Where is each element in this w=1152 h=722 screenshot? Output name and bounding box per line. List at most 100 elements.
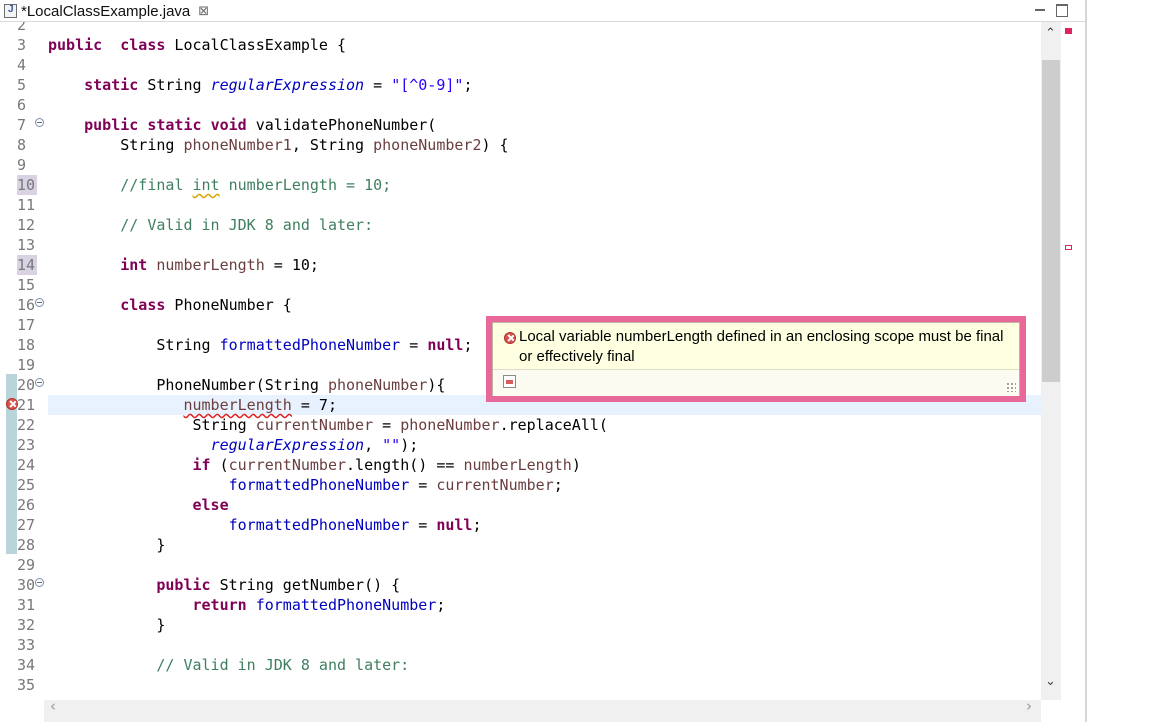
code-line[interactable]: 26 else <box>0 495 1040 515</box>
code-line[interactable]: 29 <box>0 555 1040 575</box>
code-line[interactable]: 31 return formattedPhoneNumber; <box>0 595 1040 615</box>
configure-problem-severity-icon[interactable] <box>503 375 516 388</box>
code-line[interactable]: 34 // Valid in JDK 8 and later: <box>0 655 1040 675</box>
code-line[interactable]: 16 class PhoneNumber { <box>0 295 1040 315</box>
maximize-icon[interactable] <box>1054 2 1068 17</box>
code-token: numberLength = 10; <box>219 176 392 194</box>
fold-collapse-icon[interactable] <box>35 118 44 127</box>
tab-local-class-example[interactable]: *LocalClassExample.java ⊠ <box>4 0 209 22</box>
tab-title: *LocalClassExample.java <box>21 2 191 20</box>
code-line[interactable]: 30 public String getNumber() { <box>0 575 1040 595</box>
line-number: 20 <box>17 376 36 394</box>
minimize-icon[interactable] <box>1033 2 1047 16</box>
code-line[interactable]: 32 } <box>0 615 1040 635</box>
code-token: phoneNumber2 <box>373 136 482 154</box>
code-token: ; <box>436 596 446 614</box>
code-line[interactable]: 14 int numberLength = 10; <box>0 255 1040 275</box>
code-text: formattedPhoneNumber = currentNumber; <box>48 475 563 495</box>
code-token: = <box>400 336 428 354</box>
code-line[interactable]: 11 <box>0 195 1040 215</box>
overview-error-marker[interactable] <box>1065 28 1072 34</box>
scroll-left-icon[interactable]: ‹ <box>50 697 56 715</box>
fold-collapse-icon[interactable] <box>35 378 44 387</box>
code-token: int <box>120 256 148 274</box>
code-line[interactable]: 33 <box>0 635 1040 655</box>
code-token: public <box>84 116 139 134</box>
scroll-up-icon[interactable]: ⌃ <box>1045 26 1056 41</box>
fold-collapse-icon[interactable] <box>35 578 44 587</box>
code-token: ) { <box>481 136 509 154</box>
code-line[interactable]: 28 } <box>0 535 1040 555</box>
error-marker-icon[interactable] <box>6 398 18 410</box>
code-token: public <box>48 36 103 54</box>
code-token: numberLength <box>156 256 265 274</box>
java-file-icon <box>4 4 17 18</box>
code-token: validatePhoneNumber( <box>246 116 437 134</box>
code-line[interactable]: 10 //final int numberLength = 10; <box>0 175 1040 195</box>
code-token: ); <box>400 436 419 454</box>
line-number: 34 <box>17 656 36 674</box>
code-line[interactable]: 22 String currentNumber = phoneNumber.re… <box>0 415 1040 435</box>
code-line[interactable]: 12 // Valid in JDK 8 and later: <box>0 215 1040 235</box>
code-token: ) <box>571 456 581 474</box>
fold-collapse-icon[interactable] <box>35 298 44 307</box>
code-line[interactable]: 24 if (currentNumber.length() == numberL… <box>0 455 1040 475</box>
code-token: String <box>48 336 220 354</box>
line-number: 21 <box>17 396 36 414</box>
code-token: static <box>84 76 139 94</box>
scroll-right-icon[interactable]: › <box>1026 697 1032 715</box>
code-token: formattedPhoneNumber <box>255 596 437 614</box>
code-line[interactable]: 5 static String regularExpression = "[^0… <box>0 75 1040 95</box>
code-token: numberLength <box>463 456 572 474</box>
code-line[interactable]: 15 <box>0 275 1040 295</box>
problem-hover-popup: Local variable numberLength defined in a… <box>486 316 1026 402</box>
line-number: 4 <box>17 56 27 74</box>
code-line[interactable]: 23 regularExpression, ""); <box>0 435 1040 455</box>
code-token: = 7; <box>291 396 337 414</box>
line-number: 22 <box>17 416 36 434</box>
code-line[interactable]: 6 <box>0 95 1040 115</box>
code-line[interactable]: 13 <box>0 235 1040 255</box>
code-token: PhoneNumber(String <box>48 376 328 394</box>
code-line[interactable]: 3 public class LocalClassExample { <box>0 35 1040 55</box>
close-tab-icon[interactable]: ⊠ <box>198 4 209 19</box>
code-line[interactable]: 8 String phoneNumber1, String phoneNumbe… <box>0 135 1040 155</box>
resize-grip-icon[interactable] <box>1006 382 1016 392</box>
problem-message: Local variable numberLength defined in a… <box>519 328 1004 365</box>
code-text: public String getNumber() { <box>48 575 400 595</box>
code-line[interactable]: 9 <box>0 155 1040 175</box>
code-token: PhoneNumber { <box>165 296 292 314</box>
line-number: 31 <box>17 596 36 614</box>
code-token: .length() == <box>346 456 464 474</box>
code-text: public class LocalClassExample { <box>48 35 346 55</box>
horizontal-scrollbar[interactable] <box>44 700 1041 722</box>
code-line[interactable]: 25 formattedPhoneNumber = currentNumber; <box>0 475 1040 495</box>
code-line[interactable]: 27 formattedPhoneNumber = null; <box>0 515 1040 535</box>
code-token: = 10; <box>264 256 319 274</box>
code-token: String <box>48 416 256 434</box>
code-line[interactable]: 7 public static void validatePhoneNumber… <box>0 115 1040 135</box>
code-token: LocalClassExample { <box>165 36 347 54</box>
code-token: ; <box>553 476 563 494</box>
code-line[interactable]: 2 <box>0 22 1040 35</box>
code-line[interactable]: 4 <box>0 55 1040 75</box>
vertical-scrollbar-thumb[interactable] <box>1042 60 1060 382</box>
code-token: formattedPhoneNumber <box>228 476 410 494</box>
scroll-down-icon[interactable]: ⌄ <box>1045 674 1056 689</box>
editor-tab-bar: *LocalClassExample.java ⊠ <box>0 0 1085 22</box>
problem-hover-content: Local variable numberLength defined in a… <box>492 322 1020 396</box>
overview-ruler[interactable] <box>1063 22 1077 700</box>
popup-toolbar <box>493 370 1019 396</box>
code-line[interactable]: 35 <box>0 675 1040 695</box>
overview-occurrence-marker[interactable] <box>1065 245 1072 250</box>
code-token: ; <box>463 76 473 94</box>
code-token: String <box>48 136 184 154</box>
line-number: 33 <box>17 636 36 654</box>
